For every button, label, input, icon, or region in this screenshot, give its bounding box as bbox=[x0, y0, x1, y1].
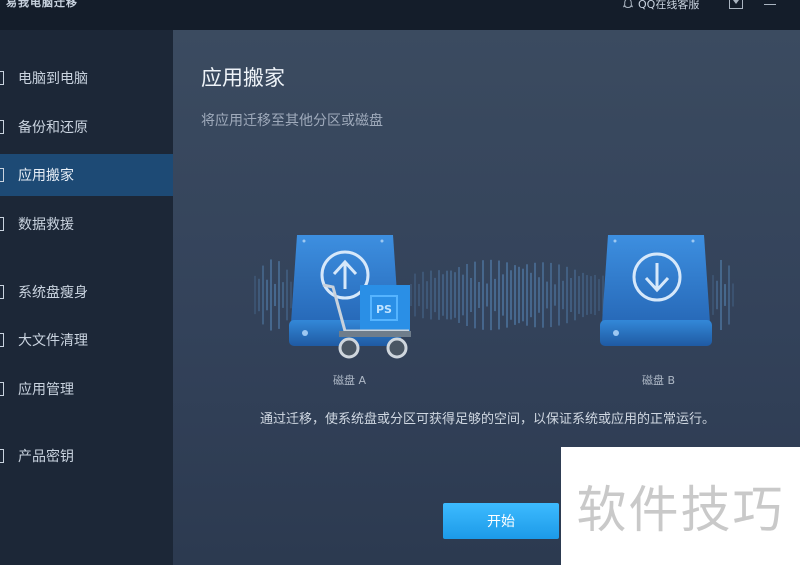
sidebar-item-data-rescue[interactable]: 数据救援 bbox=[0, 203, 173, 245]
sidebar-item-label: 数据救援 bbox=[18, 217, 74, 233]
sidebar-item-label: 系统盘瘦身 bbox=[18, 285, 88, 301]
sidebar-item-pc-to-pc[interactable]: 电脑到电脑 bbox=[0, 57, 173, 99]
dropdown-icon[interactable] bbox=[729, 0, 743, 9]
pc-icon bbox=[0, 71, 4, 85]
key-icon bbox=[0, 449, 4, 463]
large-file-icon bbox=[0, 333, 4, 347]
slim-icon bbox=[0, 285, 4, 299]
disk-b-label: 磁盘 B bbox=[642, 374, 676, 387]
sidebar-item-backup-restore[interactable]: 备份和还原 bbox=[0, 106, 173, 148]
app-manage-icon bbox=[0, 382, 4, 396]
sidebar-item-label: 应用搬家 bbox=[18, 168, 74, 184]
sidebar-item-label: 电脑到电脑 bbox=[18, 71, 88, 87]
sidebar-item-app-management[interactable]: 应用管理 bbox=[0, 368, 173, 410]
ps-badge: PS bbox=[376, 303, 392, 316]
rescue-icon bbox=[0, 217, 4, 231]
qq-service-link[interactable]: QQ在线客服 bbox=[622, 0, 699, 12]
sidebar-item-large-file-cleanup[interactable]: 大文件清理 bbox=[0, 319, 173, 361]
sidebar-item-product-key[interactable]: 产品密钥 bbox=[0, 435, 173, 477]
qq-service-label: QQ在线客服 bbox=[638, 0, 700, 11]
disk-b-icon bbox=[600, 235, 712, 346]
qq-icon bbox=[622, 0, 634, 8]
migration-illustration: PS bbox=[254, 235, 734, 359]
minimize-icon[interactable] bbox=[764, 4, 776, 5]
page-title: 应用搬家 bbox=[201, 66, 285, 90]
sidebar-item-label: 大文件清理 bbox=[18, 333, 88, 349]
sidebar-item-label: 应用管理 bbox=[18, 382, 74, 398]
sidebar-item-label: 备份和还原 bbox=[18, 120, 88, 136]
sidebar-item-system-slim[interactable]: 系统盘瘦身 bbox=[0, 271, 173, 313]
backup-icon bbox=[0, 120, 4, 134]
page-subtitle: 将应用迁移至其他分区或磁盘 bbox=[201, 113, 383, 129]
app-title: 易我电脑迁移 bbox=[6, 0, 78, 9]
sidebar-item-label: 产品密钥 bbox=[18, 449, 74, 465]
start-button[interactable]: 开始 bbox=[443, 503, 559, 539]
title-bar: 易我电脑迁移 QQ在线客服 bbox=[0, 0, 800, 30]
watermark-overlay: 软件技巧 bbox=[561, 447, 800, 565]
disk-a-label: 磁盘 A bbox=[333, 374, 367, 387]
sidebar-item-app-migration[interactable]: 应用搬家 bbox=[0, 154, 173, 196]
description-text: 通过迁移，使系统盘或分区可获得足够的空间，以保证系统或应用的正常运行。 bbox=[260, 412, 716, 427]
sidebar: 电脑到电脑 备份和还原 应用搬家 数据救援 系统盘瘦身 大文件清理 应用管理 产… bbox=[0, 30, 173, 565]
app-move-icon bbox=[0, 168, 4, 182]
